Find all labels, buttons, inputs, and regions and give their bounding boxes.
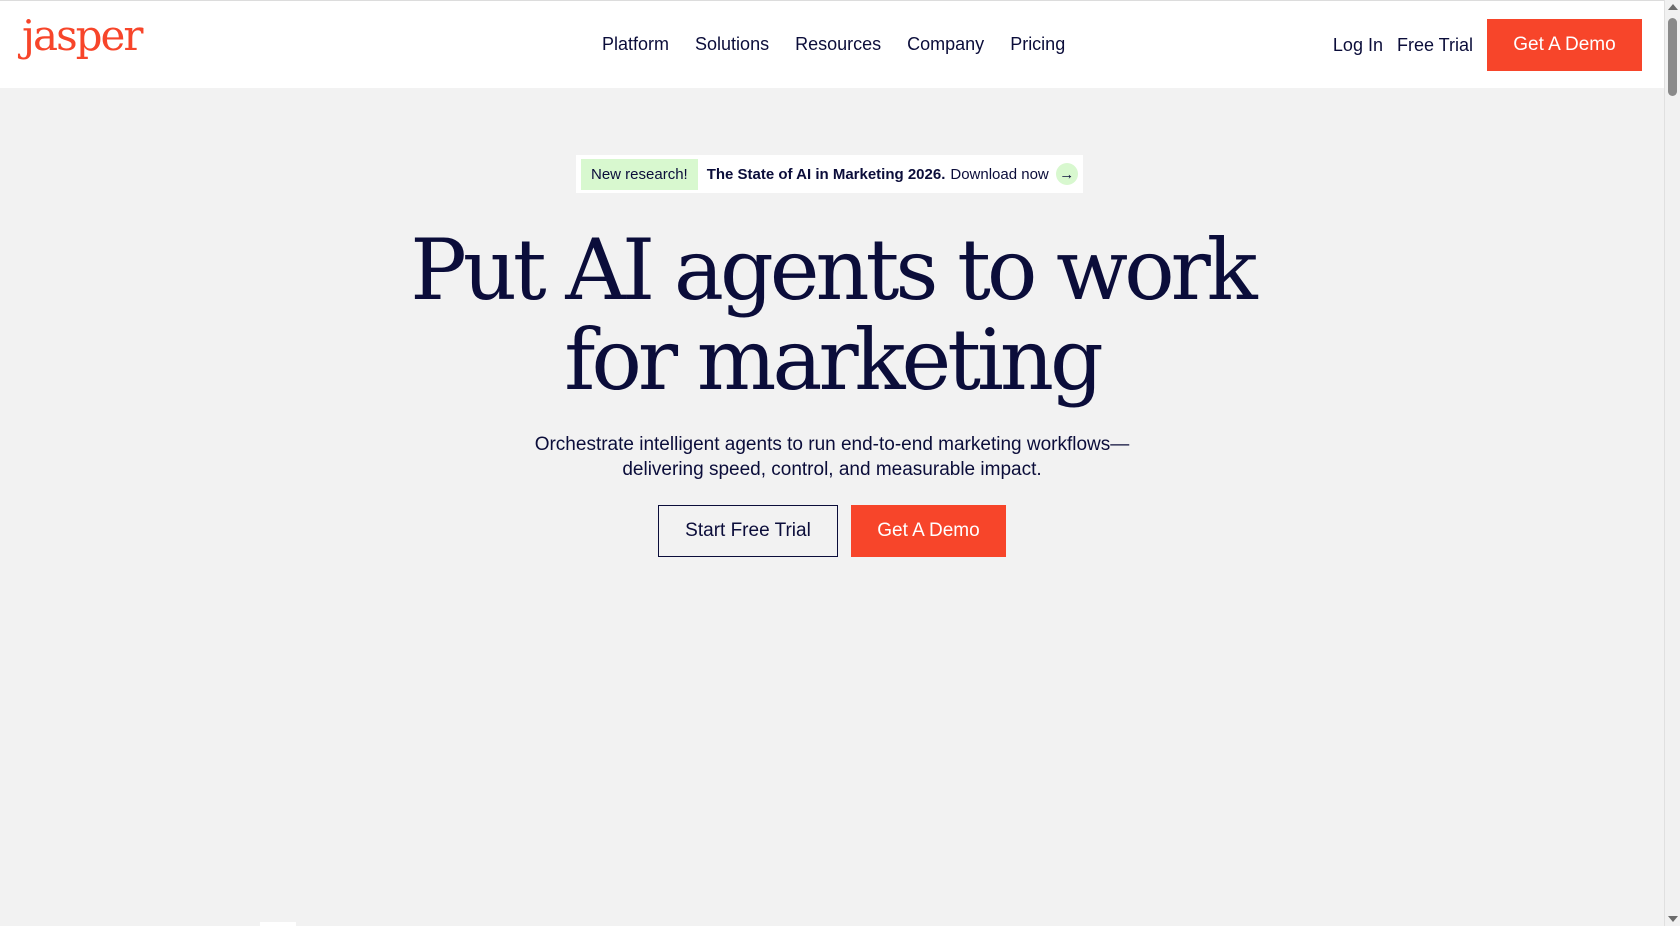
download-now-link[interactable]: Download now <box>950 166 1048 183</box>
jasper-logo[interactable]: jasper <box>22 15 143 57</box>
hero-get-demo-button[interactable]: Get A Demo <box>851 505 1006 557</box>
nav-pricing[interactable]: Pricing <box>1010 33 1065 55</box>
site-header: jasper Platform Solutions Resources Comp… <box>0 0 1664 88</box>
nav-company[interactable]: Company <box>907 33 984 55</box>
scrollbar-thumb[interactable] <box>1668 18 1677 96</box>
new-research-badge: New research! <box>581 158 698 190</box>
hero-title-line-1: Put AI agents to work <box>410 221 1257 319</box>
hero-subtitle: Orchestrate intelligent agents to run en… <box>0 432 1664 482</box>
hero-title: Put AI agents to work for marketing <box>0 225 1664 405</box>
page: jasper Platform Solutions Resources Comp… <box>0 0 1680 926</box>
header-get-demo-button[interactable]: Get A Demo <box>1487 19 1642 71</box>
start-free-trial-button[interactable]: Start Free Trial <box>658 505 838 557</box>
main-nav: Platform Solutions Resources Company Pri… <box>602 33 1091 55</box>
hero-cta-row: Start Free Trial Get A Demo <box>658 505 1006 557</box>
nav-resources[interactable]: Resources <box>795 33 881 55</box>
nav-solutions[interactable]: Solutions <box>695 33 769 55</box>
hero-subtitle-line-1: Orchestrate intelligent agents to run en… <box>534 434 1130 455</box>
header-actions: Log In Free Trial Get A Demo <box>1333 19 1642 71</box>
research-announcement[interactable]: New research! The State of AI in Marketi… <box>576 155 1083 193</box>
bottom-divider <box>260 922 296 926</box>
login-link[interactable]: Log In <box>1333 35 1383 56</box>
scroll-up-icon[interactable] <box>1668 4 1678 10</box>
hero-title-line-2: for marketing <box>564 311 1104 409</box>
vertical-scrollbar[interactable] <box>1664 0 1680 926</box>
nav-platform[interactable]: Platform <box>602 33 669 55</box>
arrow-right-icon: → <box>1055 163 1078 185</box>
free-trial-link[interactable]: Free Trial <box>1397 35 1473 56</box>
hero-subtitle-line-2: delivering speed, control, and measurabl… <box>622 459 1042 480</box>
announcement-title: The State of AI in Marketing 2026. <box>706 165 946 183</box>
scroll-down-icon[interactable] <box>1668 916 1678 922</box>
